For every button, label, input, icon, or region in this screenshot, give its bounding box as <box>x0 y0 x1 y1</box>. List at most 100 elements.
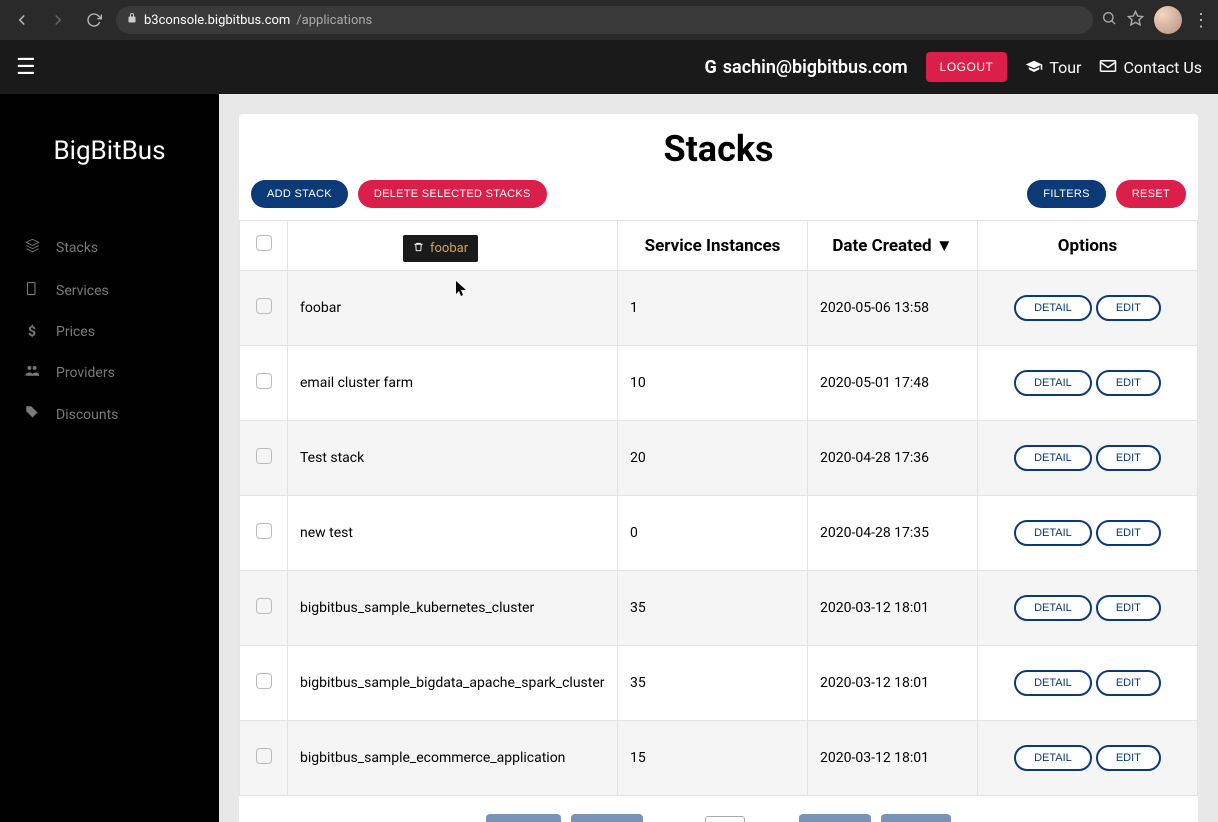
contact-label: Contact Us <box>1123 58 1202 77</box>
dollar-icon: $ <box>24 324 40 340</box>
google-g-icon: G <box>705 57 717 78</box>
row-edit-button[interactable]: EDIT <box>1096 595 1161 621</box>
row-name[interactable]: email cluster farm <box>300 375 413 391</box>
table-row: foobarfoobar12020-05-06 13:58DETAILEDIT <box>240 271 1198 346</box>
main-content: Stacks ADD STACK DELETE SELECTED STACKS … <box>219 40 1218 822</box>
brand-logo[interactable]: BigBitBus <box>0 94 219 226</box>
action-bar: ADD STACK DELETE SELECTED STACKS FILTERS… <box>239 180 1198 220</box>
row-edit-button[interactable]: EDIT <box>1096 520 1161 546</box>
browser-back-button[interactable] <box>8 6 36 34</box>
row-instances: 35 <box>630 600 646 616</box>
column-header-instances[interactable]: Service Instances <box>618 221 808 271</box>
column-header-options: Options <box>978 221 1198 271</box>
graduation-cap-icon <box>1025 58 1043 77</box>
row-date: 2020-03-12 18:01 <box>820 750 929 766</box>
providers-icon <box>24 364 40 381</box>
row-name[interactable]: Test stack <box>300 450 364 466</box>
sidebar-item-discounts[interactable]: Discounts <box>0 393 219 436</box>
bookmark-star-icon[interactable] <box>1127 10 1144 31</box>
browser-reload-button[interactable] <box>80 6 108 34</box>
pager-page-input[interactable] <box>705 816 745 822</box>
tooltip-text: foobar <box>430 241 468 256</box>
pager-next-button[interactable]: NEXT <box>799 814 871 822</box>
url-path-text: /applications <box>296 13 372 28</box>
cube-icon <box>24 281 40 300</box>
pager-first-button[interactable]: FIRST <box>486 814 561 822</box>
pagination: FIRST PREV Page of 1 NEXT LAST <box>239 796 1198 822</box>
row-name[interactable]: bigbitbus_sample_bigdata_apache_spark_cl… <box>300 675 605 691</box>
browser-toolbar: b3console.bigbitbus.com/applications ⋮ <box>0 0 1218 40</box>
browser-url-bar[interactable]: b3console.bigbitbus.com/applications <box>116 6 1093 34</box>
zoom-icon[interactable] <box>1101 10 1117 30</box>
table-row: bigbitbus_sample_bigdata_apache_spark_cl… <box>240 646 1198 721</box>
row-name[interactable]: bigbitbus_sample_ecommerce_application <box>300 750 565 766</box>
row-edit-button[interactable]: EDIT <box>1096 745 1161 771</box>
row-checkbox[interactable] <box>256 373 272 389</box>
sidebar-label-providers: Providers <box>56 365 115 381</box>
trash-icon <box>413 241 424 256</box>
row-instances: 35 <box>630 675 646 691</box>
row-checkbox[interactable] <box>256 673 272 689</box>
stacks-table: Name Service Instances Date Created ▼ Op… <box>239 220 1198 796</box>
table-row: email cluster farm102020-05-01 17:48DETA… <box>240 346 1198 421</box>
row-checkbox[interactable] <box>256 298 272 314</box>
pager-last-button[interactable]: LAST <box>881 814 951 822</box>
row-name[interactable]: bigbitbus_sample_kubernetes_cluster <box>300 600 534 616</box>
url-domain-text: b3console.bigbitbus.com <box>144 13 290 28</box>
row-edit-button[interactable]: EDIT <box>1096 295 1161 321</box>
row-instances: 15 <box>630 750 646 766</box>
delete-selected-button[interactable]: DELETE SELECTED STACKS <box>358 180 547 208</box>
row-edit-button[interactable]: EDIT <box>1096 445 1161 471</box>
sidebar-item-prices[interactable]: $ Prices <box>0 312 219 352</box>
page-title: Stacks <box>239 114 1198 180</box>
row-detail-button[interactable]: DETAIL <box>1014 745 1092 771</box>
row-edit-button[interactable]: EDIT <box>1096 370 1161 396</box>
browser-menu-icon[interactable]: ⋮ <box>1192 10 1210 31</box>
row-checkbox[interactable] <box>256 748 272 764</box>
row-date: 2020-04-28 17:35 <box>820 525 929 541</box>
reset-button[interactable]: RESET <box>1116 180 1186 208</box>
row-detail-button[interactable]: DETAIL <box>1014 295 1092 321</box>
table-row: new test02020-04-28 17:35DETAILEDIT <box>240 496 1198 571</box>
topbar: ☰ G sachin@bigbitbus.com LOGOUT Tour Con… <box>0 40 1218 94</box>
contact-link[interactable]: Contact Us <box>1099 58 1202 77</box>
row-edit-button[interactable]: EDIT <box>1096 670 1161 696</box>
hamburger-menu-icon[interactable]: ☰ <box>16 55 36 80</box>
lock-icon <box>126 12 138 28</box>
sidebar-label-prices: Prices <box>56 324 95 340</box>
column-header-select[interactable] <box>240 221 288 271</box>
row-name[interactable]: new test <box>300 525 353 541</box>
row-detail-button[interactable]: DETAIL <box>1014 520 1092 546</box>
profile-avatar[interactable] <box>1154 6 1182 34</box>
row-instances: 1 <box>630 300 638 316</box>
row-date: 2020-03-12 18:01 <box>820 600 929 616</box>
sidebar-item-stacks[interactable]: Stacks <box>0 226 219 269</box>
browser-forward-button[interactable] <box>44 6 72 34</box>
sidebar-label-services: Services <box>56 283 109 299</box>
row-checkbox[interactable] <box>256 598 272 614</box>
pager-prev-button[interactable]: PREV <box>571 814 644 822</box>
row-detail-button[interactable]: DETAIL <box>1014 670 1092 696</box>
row-date: 2020-03-12 18:01 <box>820 675 929 691</box>
table-row: Test stack202020-04-28 17:36DETAILEDIT <box>240 421 1198 496</box>
layers-icon <box>24 238 40 257</box>
sidebar: BigBitBus Stacks Services $ Prices Provi… <box>0 40 219 822</box>
checkbox-all[interactable] <box>256 235 272 251</box>
row-checkbox[interactable] <box>256 523 272 539</box>
row-detail-button[interactable]: DETAIL <box>1014 445 1092 471</box>
row-detail-button[interactable]: DETAIL <box>1014 370 1092 396</box>
user-identity: G sachin@bigbitbus.com <box>705 57 908 78</box>
add-stack-button[interactable]: ADD STACK <box>251 180 348 208</box>
row-detail-button[interactable]: DETAIL <box>1014 595 1092 621</box>
sidebar-item-services[interactable]: Services <box>0 269 219 312</box>
row-checkbox[interactable] <box>256 448 272 464</box>
column-header-date[interactable]: Date Created ▼ <box>808 221 978 271</box>
filters-button[interactable]: FILTERS <box>1027 180 1106 208</box>
user-email-text: sachin@bigbitbus.com <box>723 57 908 78</box>
row-name[interactable]: foobar <box>300 300 341 316</box>
logout-button[interactable]: LOGOUT <box>926 52 1008 82</box>
app-container: ☰ G sachin@bigbitbus.com LOGOUT Tour Con… <box>0 40 1218 822</box>
tour-link[interactable]: Tour <box>1025 58 1081 77</box>
sidebar-menu: Stacks Services $ Prices Providers Disco… <box>0 226 219 436</box>
sidebar-item-providers[interactable]: Providers <box>0 352 219 393</box>
